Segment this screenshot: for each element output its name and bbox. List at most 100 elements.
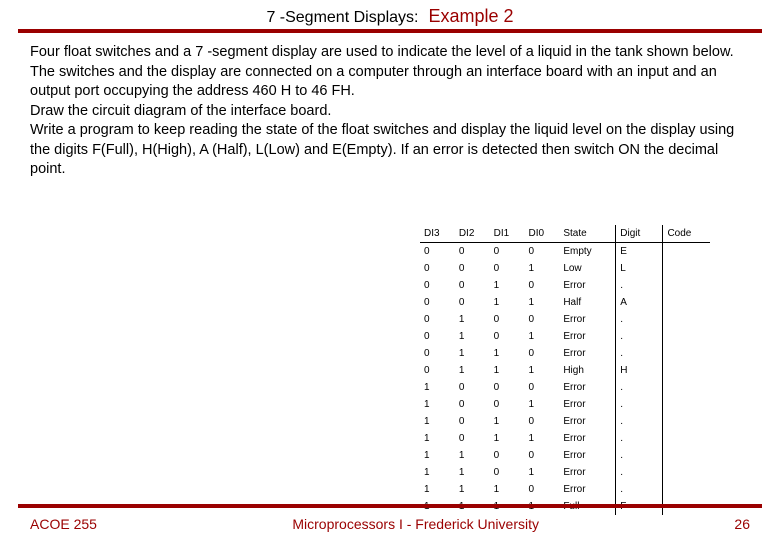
table-cell: 1 [455,447,490,464]
table-row: 1011Error. [420,430,710,447]
table-cell: 0 [524,413,559,430]
table-cell: . [616,311,663,328]
col-code: Code [663,225,710,243]
table-cell: 0 [455,396,490,413]
table-cell: 1 [455,362,490,379]
paragraph-3: Write a program to keep reading the stat… [30,121,750,180]
slide-footer: ACOE 255 Microprocessors I - Frederick U… [30,516,750,532]
table-cell: 0 [455,260,490,277]
table-cell: 1 [490,362,525,379]
table-cell: 1 [490,277,525,294]
table-cell: Error [559,430,615,447]
table-cell: 1 [455,481,490,498]
table-row: 0001LowL [420,260,710,277]
table-cell: 1 [524,260,559,277]
table-cell: Error [559,481,615,498]
table-cell: 0 [524,481,559,498]
footer-right: 26 [734,516,750,532]
table-cell: Error [559,345,615,362]
table-cell: 0 [490,447,525,464]
table-cell [663,362,710,379]
table-cell: Error [559,311,615,328]
table-cell: 0 [420,345,455,362]
table-cell: 0 [455,379,490,396]
table-row: 1101Error. [420,464,710,481]
table-row: 1110Error. [420,481,710,498]
title-subtitle: Example 2 [429,6,514,27]
table-cell: 0 [524,447,559,464]
table-cell: 1 [524,464,559,481]
table-cell: 1 [455,311,490,328]
body-text: Four float switches and a 7 -segment dis… [0,33,780,180]
table-row: 1100Error. [420,447,710,464]
table-cell: 1 [524,362,559,379]
table-cell [663,413,710,430]
table-cell: . [616,328,663,345]
table-cell: . [616,379,663,396]
table-cell: . [616,396,663,413]
table-cell: . [616,277,663,294]
table-cell [663,311,710,328]
table-cell: L [616,260,663,277]
table-cell: . [616,430,663,447]
table-cell: 0 [490,243,525,261]
table-cell: 0 [490,464,525,481]
table-cell: . [616,345,663,362]
table-row: 0111HighH [420,362,710,379]
paragraph-1: Four float switches and a 7 -segment dis… [30,43,750,102]
col-di3: DI3 [420,225,455,243]
table-cell: High [559,362,615,379]
table-cell: 0 [420,328,455,345]
table-row: 1001Error. [420,396,710,413]
table-cell: 0 [420,260,455,277]
table-cell [663,481,710,498]
table-cell: 0 [490,328,525,345]
table-cell: 0 [455,430,490,447]
table-row: 0000EmptyE [420,243,710,261]
table-cell: 0 [524,345,559,362]
table-cell: 0 [490,311,525,328]
table-row: 0101Error. [420,328,710,345]
table-cell: Error [559,413,615,430]
table-cell: 0 [420,294,455,311]
table-row: 1010Error. [420,413,710,430]
table-cell [663,294,710,311]
table-cell: . [616,481,663,498]
table-cell [663,464,710,481]
table-cell: Error [559,447,615,464]
col-digit: Digit [616,225,663,243]
table-cell: 1 [420,481,455,498]
table-row: 0100Error. [420,311,710,328]
table-cell [663,345,710,362]
table-cell: 1 [420,379,455,396]
table-cell: 1 [490,294,525,311]
table-cell: 0 [420,277,455,294]
slide-title: 7 -Segment Displays: Example 2 [0,0,780,27]
table-cell [663,243,710,261]
table-row: 0110Error. [420,345,710,362]
table-cell: 1 [455,345,490,362]
table-cell: 0 [420,362,455,379]
table-cell: 0 [455,243,490,261]
table-cell: . [616,464,663,481]
table-cell [663,277,710,294]
table-cell: Error [559,464,615,481]
table-cell [663,379,710,396]
table-cell: 0 [524,243,559,261]
paragraph-2: Draw the circuit diagram of the interfac… [30,102,750,122]
table-cell: A [616,294,663,311]
table-cell: 0 [524,311,559,328]
table-cell: H [616,362,663,379]
table-cell: 1 [524,430,559,447]
truth-table: DI3 DI2 DI1 DI0 State Digit Code 0000Emp… [420,225,710,515]
table-cell: 1 [490,430,525,447]
table-cell: . [616,413,663,430]
col-state: State [559,225,615,243]
table-cell: 1 [524,396,559,413]
col-di2: DI2 [455,225,490,243]
table-cell: 1 [490,345,525,362]
table-cell [663,430,710,447]
table-cell: 1 [524,328,559,345]
col-di0: DI0 [524,225,559,243]
table-row: 0010Error. [420,277,710,294]
